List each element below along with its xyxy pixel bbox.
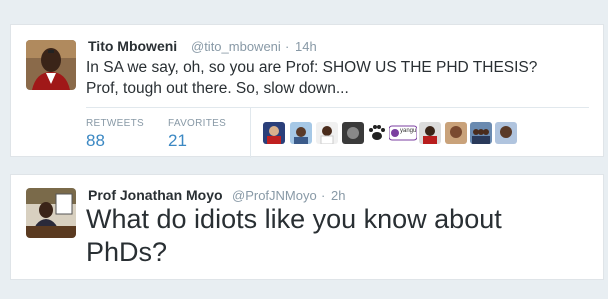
- favoriter-avatar[interactable]: [470, 122, 492, 144]
- author-name[interactable]: Tito Mboweni: [88, 38, 177, 54]
- tweet-timestamp[interactable]: 2h: [331, 188, 345, 203]
- tweet-text-line-1: In SA we say, oh, so you are Prof: SHOW …: [86, 59, 538, 76]
- author-handle[interactable]: @ProfJNMoyo: [232, 188, 317, 203]
- tweet-timestamp[interactable]: 14h: [295, 39, 317, 54]
- author-avatar[interactable]: [26, 40, 76, 90]
- stats-vertical-divider: [250, 108, 251, 158]
- author-name[interactable]: Prof Jonathan Moyo: [88, 187, 223, 203]
- favorites-count[interactable]: 21: [168, 131, 187, 151]
- favoriter-avatar[interactable]: [419, 122, 441, 144]
- favoriter-badge-text: yangu: [400, 128, 417, 134]
- tweet-text-line-2: Prof, tough out there. So, slow down...: [86, 80, 349, 97]
- favoriter-avatar[interactable]: [342, 122, 364, 144]
- tweet-text-line-1: What do idiots like you know about: [86, 204, 502, 234]
- favorites-label[interactable]: FAVORITES: [168, 118, 226, 129]
- author-avatar[interactable]: [26, 188, 76, 238]
- tweet-text: What do idiots like you know about PhDs?: [86, 203, 502, 269]
- favoriter-avatar[interactable]: [263, 122, 285, 144]
- favoriter-avatar[interactable]: [445, 122, 467, 144]
- tweet-card-1: Tito Mboweni @tito_mboweni · 14h In SA w…: [10, 24, 604, 158]
- tweet-card-2: Prof Jonathan Moyo @ProfJNMoyo · 2h What…: [10, 174, 604, 280]
- separator-dot: ·: [285, 39, 290, 54]
- favoriter-avatar[interactable]: [495, 122, 517, 144]
- author-handle[interactable]: @tito_mboweni: [191, 39, 281, 54]
- retweets-label[interactable]: RETWEETS: [86, 118, 144, 129]
- stats-divider: [86, 107, 589, 108]
- tweet-text-line-2: PhDs?: [86, 237, 168, 267]
- paw-print-icon[interactable]: [366, 122, 388, 144]
- retweets-count[interactable]: 88: [86, 131, 105, 151]
- separator-dot: ·: [321, 188, 326, 203]
- favoriter-avatar[interactable]: [290, 122, 312, 144]
- tweet-text: In SA we say, oh, so you are Prof: SHOW …: [86, 57, 537, 99]
- favoriter-badge[interactable]: yangu: [389, 122, 417, 144]
- favoriter-avatar[interactable]: [316, 122, 338, 144]
